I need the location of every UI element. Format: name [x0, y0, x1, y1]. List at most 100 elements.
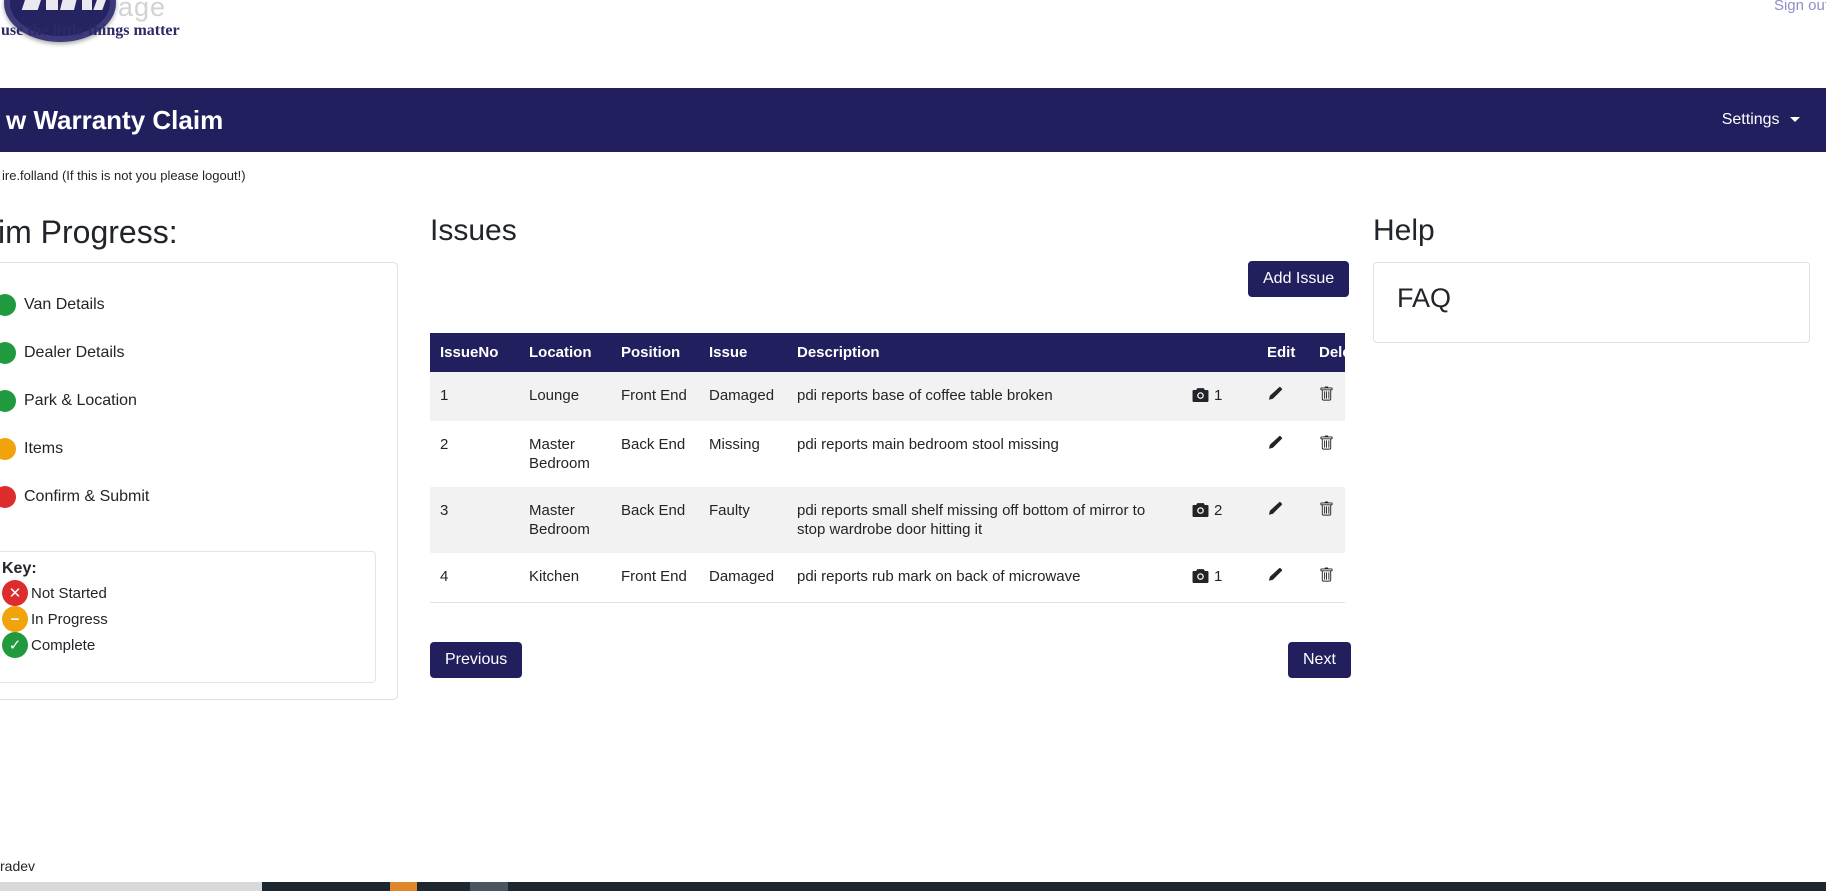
progress-step-label: Confirm & Submit	[24, 488, 149, 506]
complete-status-icon	[0, 390, 16, 412]
progress-step-items[interactable]: Items	[0, 425, 397, 473]
pencil-icon	[1267, 439, 1283, 454]
delete-issue-button[interactable]	[1319, 435, 1334, 453]
progress-step-label: Van Details	[24, 296, 105, 314]
settings-dropdown[interactable]: Settings	[1722, 88, 1800, 152]
key-item-label: In Progress	[31, 611, 108, 628]
bottom-bar-segment	[417, 882, 470, 891]
navbar: w Warranty Claim Settings	[0, 88, 1826, 152]
progress-step-park-location[interactable]: Park & Location	[0, 377, 397, 425]
progress-step-list: Van Details Dealer Details Park & Location…	[0, 263, 397, 521]
edit-cell	[1257, 487, 1309, 553]
photo-count-indicator: 2	[1192, 502, 1222, 519]
next-button[interactable]: Next	[1288, 642, 1351, 678]
location-cell: Kitchen	[519, 553, 611, 603]
camera-icon	[1192, 502, 1209, 519]
delete-cell	[1309, 372, 1345, 421]
column-header-issueno: IssueNo	[430, 333, 519, 372]
claim-progress-heading: im Progress:	[0, 214, 178, 251]
bottom-bar-segment	[508, 882, 1826, 891]
key-item-label: Complete	[31, 637, 95, 654]
photo-count: 1	[1214, 387, 1222, 404]
column-header-photos	[1182, 333, 1257, 372]
position-cell: Back End	[611, 487, 699, 553]
delete-issue-button[interactable]	[1319, 567, 1334, 585]
complete-status-icon	[0, 294, 16, 316]
key-item-not-started: ✕Not Started	[2, 580, 375, 606]
edit-cell	[1257, 421, 1309, 487]
logo-letter-fragment	[93, 0, 107, 10]
issues-heading: Issues	[430, 214, 517, 248]
description-cell: pdi reports main bedroom stool missing	[787, 421, 1182, 487]
page-title: w Warranty Claim	[6, 88, 223, 152]
logo-letter-fragment	[46, 0, 58, 10]
status-key-box: Key: ✕Not Started−In Progress✓Complete	[0, 551, 376, 683]
delete-issue-button[interactable]	[1319, 386, 1334, 404]
issue-no-cell: 1	[430, 372, 519, 421]
progress-step-van-details[interactable]: Van Details	[0, 281, 397, 329]
edit-cell	[1257, 372, 1309, 421]
issue-type-cell: Faulty	[699, 487, 787, 553]
complete-status-icon	[0, 342, 16, 364]
trash-icon	[1319, 390, 1334, 405]
progress-step-dealer-details[interactable]: Dealer Details	[0, 329, 397, 377]
progress-step-confirm-submit[interactable]: Confirm & Submit	[0, 473, 397, 521]
settings-label: Settings	[1722, 111, 1780, 128]
photo-count: 1	[1214, 568, 1222, 585]
not-started-status-icon: ✕	[2, 580, 28, 606]
position-cell: Front End	[611, 372, 699, 421]
bottom-bar-segment	[0, 882, 262, 891]
claim-progress-card: Van Details Dealer Details Park & Location…	[0, 262, 398, 700]
edit-cell	[1257, 553, 1309, 603]
key-item-in-progress: −In Progress	[2, 606, 375, 632]
delete-issue-button[interactable]	[1319, 501, 1334, 519]
delete-cell	[1309, 553, 1345, 603]
key-heading: Key:	[2, 560, 375, 578]
key-item-list: ✕Not Started−In Progress✓Complete	[2, 580, 375, 658]
issue-type-cell: Damaged	[699, 553, 787, 603]
photos-cell	[1182, 421, 1257, 487]
photo-count-indicator: 1	[1192, 568, 1222, 585]
pencil-icon	[1267, 390, 1283, 405]
key-item-label: Not Started	[31, 585, 107, 602]
column-header-edit: Edit	[1257, 333, 1309, 372]
in-progress-status-icon	[0, 438, 16, 460]
column-header-position: Position	[611, 333, 699, 372]
logo-letter-fragment	[82, 0, 92, 10]
complete-status-icon: ✓	[2, 632, 28, 658]
location-cell: Lounge	[519, 372, 611, 421]
faq-link[interactable]: FAQ	[1397, 283, 1451, 313]
photos-cell: 1	[1182, 553, 1257, 603]
edit-issue-button[interactable]	[1267, 386, 1283, 404]
edit-issue-button[interactable]	[1267, 435, 1283, 453]
location-cell: Master Bedroom	[519, 421, 611, 487]
bottom-bar-segment	[262, 882, 390, 891]
delete-cell	[1309, 487, 1345, 553]
add-issue-button[interactable]: Add Issue	[1248, 261, 1349, 297]
logo-letter-fragment	[22, 0, 43, 10]
logo-watermark-text: age	[118, 0, 166, 23]
progress-step-label: Dealer Details	[24, 344, 124, 362]
issue-no-cell: 2	[430, 421, 519, 487]
issue-type-cell: Missing	[699, 421, 787, 487]
edit-issue-button[interactable]	[1267, 567, 1283, 585]
column-header-description: Description	[787, 333, 1182, 372]
sign-out-link[interactable]: Sign out	[1774, 0, 1826, 14]
trash-icon	[1319, 439, 1334, 454]
trash-icon	[1319, 505, 1334, 520]
column-header-delete: Delete	[1309, 333, 1345, 372]
edit-issue-button[interactable]	[1267, 501, 1283, 519]
trash-icon	[1319, 571, 1334, 586]
previous-button[interactable]: Previous	[430, 642, 522, 678]
column-header-location: Location	[519, 333, 611, 372]
issues-table-header-row: IssueNoLocationPositionIssueDescriptionE…	[430, 333, 1345, 372]
logo-letter-fragment	[60, 0, 78, 10]
issue-no-cell: 4	[430, 553, 519, 603]
logged-in-user-notice: ire.folland (If this is not you please l…	[2, 168, 246, 183]
issue-row: 2Master BedroomBack EndMissingpdi report…	[430, 421, 1345, 487]
issue-no-cell: 3	[430, 487, 519, 553]
photos-cell: 1	[1182, 372, 1257, 421]
photo-count: 2	[1214, 502, 1222, 519]
camera-icon	[1192, 387, 1209, 404]
location-cell: Master Bedroom	[519, 487, 611, 553]
